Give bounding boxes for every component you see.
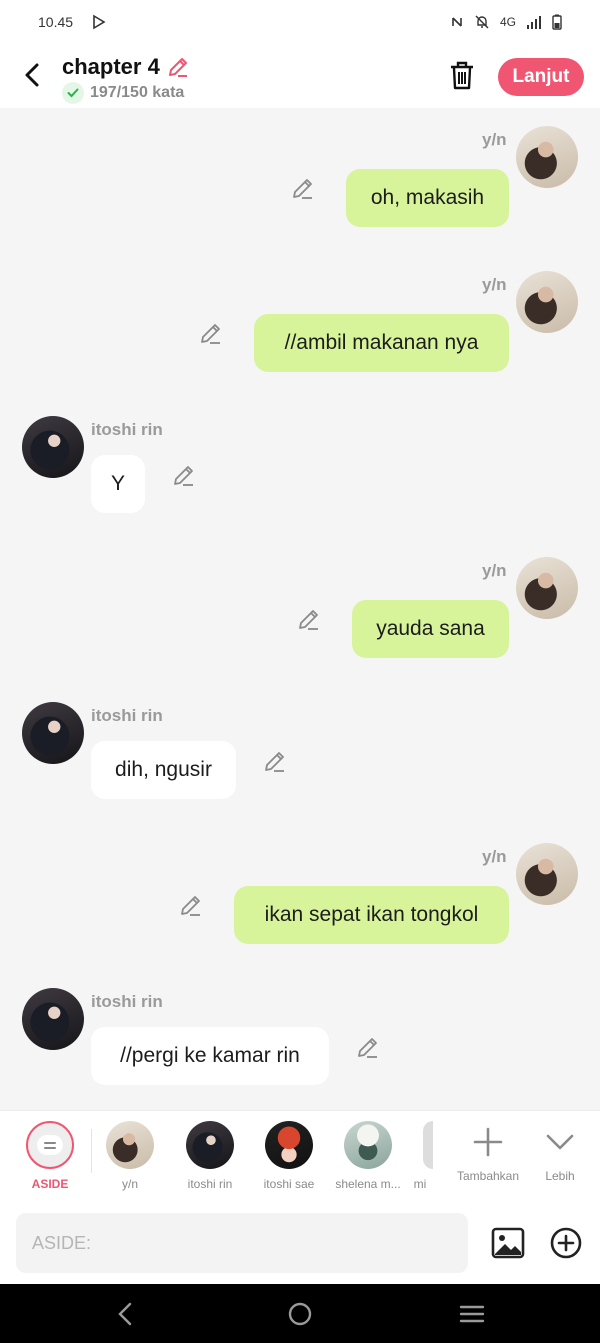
next-button[interactable]: Lanjut: [498, 58, 584, 96]
status-bar: 10.45 4G: [0, 0, 600, 44]
avatar[interactable]: [516, 557, 578, 619]
message-bubble[interactable]: Y: [91, 455, 145, 513]
add-circle-icon[interactable]: [548, 1225, 584, 1261]
aside-label: ASIDE: [31, 1177, 69, 1191]
bell-muted-icon: [475, 15, 489, 29]
character-shelena[interactable]: [344, 1121, 392, 1169]
aside-icon: [37, 1135, 63, 1155]
character-label: itoshi sae: [263, 1177, 315, 1191]
sender-name: itoshi rin: [91, 420, 163, 439]
word-count-row: 197/150 kata: [62, 82, 184, 104]
sender-name: y/n: [482, 561, 507, 580]
image-icon[interactable]: [490, 1225, 526, 1261]
system-nav-bar: [0, 1284, 600, 1343]
sender-name: itoshi rin: [91, 706, 163, 725]
character-mi[interactable]: [423, 1121, 433, 1169]
nav-recents-icon[interactable]: [458, 1300, 486, 1328]
message-bubble[interactable]: dih, ngusir: [91, 741, 236, 799]
message-bubble[interactable]: ikan sepat ikan tongkol: [234, 886, 509, 944]
nav-back-icon[interactable]: [112, 1300, 140, 1328]
status-time: 10.45: [38, 14, 74, 30]
pencil-icon[interactable]: [290, 176, 316, 202]
nav-home-icon[interactable]: [286, 1300, 314, 1328]
avatar[interactable]: [516, 843, 578, 905]
more-label: Lebih: [545, 1169, 575, 1183]
avatar[interactable]: [22, 702, 84, 764]
aside-button[interactable]: [26, 1121, 74, 1169]
chapter-title: chapter 4: [62, 54, 160, 79]
avatar[interactable]: [22, 988, 84, 1050]
message-bubble[interactable]: oh, makasih: [346, 169, 509, 227]
message-bubble[interactable]: yauda sana: [352, 600, 509, 658]
message-bubble[interactable]: //pergi ke kamar rin: [91, 1027, 329, 1085]
pencil-icon[interactable]: [262, 749, 288, 775]
avatar[interactable]: [516, 126, 578, 188]
pencil-icon[interactable]: [178, 893, 204, 919]
character-label: shelena m...: [335, 1177, 401, 1191]
play-store-icon: [93, 14, 106, 30]
add-label: Tambahkan: [456, 1169, 520, 1183]
character-yn[interactable]: [106, 1121, 154, 1169]
battery-icon: [552, 14, 562, 30]
back-arrow-icon[interactable]: [18, 60, 48, 90]
editor-header: chapter 4 197/150 kata Lanjut: [0, 44, 600, 108]
chevron-down-icon[interactable]: [543, 1125, 577, 1159]
character-itoshi-rin[interactable]: [186, 1121, 234, 1169]
signal-icon: [527, 16, 541, 29]
status-icons: 4G: [450, 14, 562, 30]
check-icon: [62, 82, 84, 104]
chat-area: y/n oh, makasih y/n //ambil makanan nya …: [0, 108, 600, 1110]
divider: [91, 1129, 92, 1173]
character-bar: ASIDE y/n itoshi rin itoshi sae shelena …: [0, 1110, 600, 1203]
character-itoshi-sae[interactable]: [265, 1121, 313, 1169]
message-input[interactable]: [16, 1213, 468, 1273]
character-label: y/n: [121, 1177, 138, 1191]
sender-name: y/n: [482, 847, 507, 866]
sender-name: itoshi rin: [91, 992, 163, 1011]
trash-icon[interactable]: [446, 58, 478, 92]
plus-icon[interactable]: [471, 1125, 505, 1159]
pencil-icon[interactable]: [171, 463, 197, 489]
chapter-title-row: chapter 4: [62, 54, 190, 80]
pencil-icon[interactable]: [355, 1035, 381, 1061]
sender-name: y/n: [482, 275, 507, 294]
network-type: 4G: [499, 15, 516, 29]
character-label: itoshi rin: [187, 1177, 233, 1191]
sender-name: y/n: [482, 130, 507, 149]
avatar[interactable]: [516, 271, 578, 333]
message-bubble[interactable]: //ambil makanan nya: [254, 314, 509, 372]
edit-title-icon[interactable]: [166, 55, 190, 79]
character-label: mi: [413, 1177, 427, 1191]
avatar[interactable]: [22, 416, 84, 478]
word-count: 197/150 kata: [90, 84, 185, 101]
composer: [0, 1203, 600, 1284]
pencil-icon[interactable]: [198, 321, 224, 347]
pencil-icon[interactable]: [296, 607, 322, 633]
nfc-icon: [452, 17, 462, 27]
